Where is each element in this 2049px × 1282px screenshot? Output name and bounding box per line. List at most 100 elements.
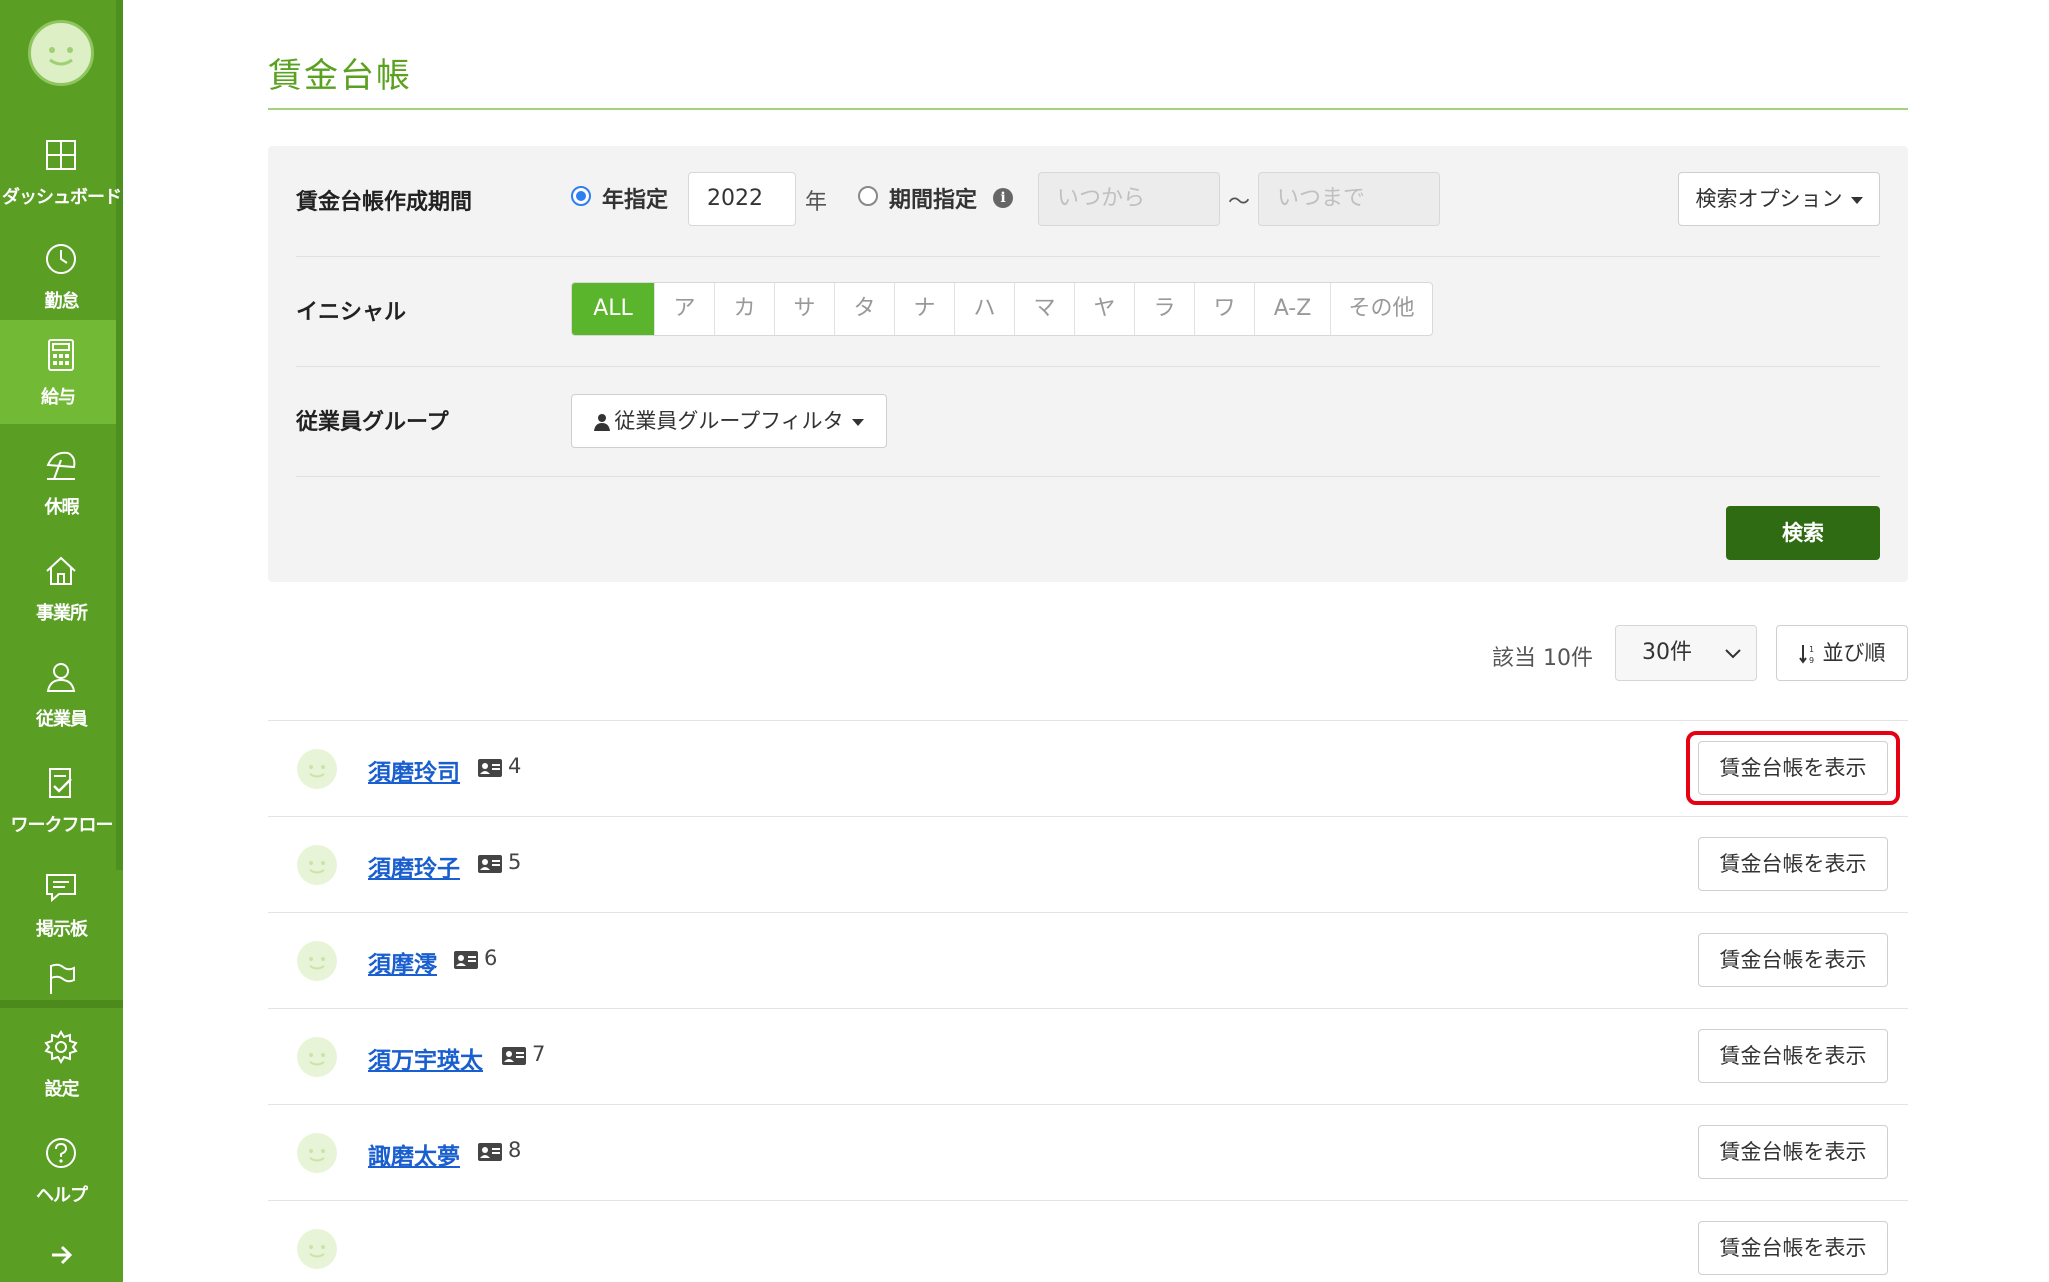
employee-name-link[interactable]: 須万宇瑛太 — [368, 1041, 483, 1075]
show-ledger-button[interactable]: 賃金台帳を表示 — [1698, 933, 1888, 987]
id-card-icon — [454, 951, 478, 969]
sidebar-item-label: ダッシュボード — [2, 187, 122, 208]
employee-number: 4 — [508, 754, 522, 778]
list-item: 賃金台帳を表示 — [268, 1200, 1908, 1282]
employee-name-link[interactable]: 諏磨太夢 — [368, 1137, 460, 1171]
date-from-input[interactable]: いつから — [1038, 172, 1220, 226]
sidebar-item-office[interactable]: 事業所 — [0, 536, 123, 640]
year-input[interactable]: 2022 — [688, 172, 796, 226]
list-item: 諏磨太夢 8 賃金台帳を表示 — [268, 1104, 1908, 1200]
help-icon — [46, 1138, 76, 1168]
sidebar-item-label: ヘルプ — [36, 1185, 88, 1206]
svg-text:9: 9 — [1809, 656, 1814, 665]
sidebar-item-help[interactable]: ヘルプ — [0, 1118, 123, 1222]
result-count: 該当 10件 — [1492, 646, 1593, 671]
sort-button[interactable]: 1 9 並び順 — [1776, 625, 1908, 681]
initial-ma[interactable]: マ — [1014, 283, 1074, 335]
sidebar-item-label: 掲示板 — [36, 919, 88, 940]
calculator-icon — [48, 339, 74, 371]
sidebar-item-label: 勤怠 — [44, 291, 80, 312]
sidebar-item-workflow[interactable]: ワークフロー — [0, 748, 123, 852]
show-ledger-button[interactable]: 賃金台帳を表示 — [1698, 1029, 1888, 1083]
caret-down-icon — [1850, 196, 1863, 204]
clock-icon — [46, 244, 76, 274]
year-mode-label: 年指定 — [602, 188, 669, 213]
arrow-right-icon — [52, 1245, 73, 1265]
list-item: 須磨玲司 4 賃金台帳を表示 — [268, 720, 1908, 816]
page-title: 賃金台帳 — [268, 56, 412, 96]
employee-name-link[interactable]: 須磨玲司 — [368, 753, 460, 787]
year-suffix: 年 — [805, 190, 828, 215]
sidebar: ダッシュボード 勤怠 給与 休暇 事業所 従業員 ワークフロー 掲示板 設定 ヘ… — [0, 0, 123, 1282]
list-item: 須万宇瑛太 7 賃金台帳を表示 — [268, 1008, 1908, 1104]
sort-icon: 19 — [1798, 645, 1814, 665]
show-ledger-button[interactable]: 賃金台帳を表示 — [1698, 1221, 1888, 1275]
employee-avatar — [297, 1229, 337, 1269]
title-divider — [268, 108, 1908, 110]
sidebar-item-label: 事業所 — [36, 603, 88, 624]
user-icon — [594, 414, 611, 431]
sidebar-item-payroll[interactable]: 給与 — [0, 320, 116, 424]
id-card-icon — [502, 1047, 526, 1065]
row-divider — [296, 476, 1880, 477]
message-icon — [46, 874, 76, 903]
sidebar-item-leave[interactable]: 休暇 — [0, 430, 123, 534]
sort-label: 並び順 — [1822, 641, 1886, 665]
sidebar-item-label: 給与 — [41, 387, 76, 408]
employee-number: 7 — [532, 1042, 546, 1066]
list-item: 須摩澪 6 賃金台帳を表示 — [268, 912, 1908, 1008]
initial-ta[interactable]: タ — [834, 283, 894, 335]
show-ledger-button[interactable]: 賃金台帳を表示 — [1698, 1125, 1888, 1179]
employee-name-link[interactable]: 須摩澪 — [368, 945, 437, 979]
employee-name-link[interactable]: 須磨玲子 — [368, 849, 460, 883]
initial-ra[interactable]: ラ — [1134, 283, 1194, 335]
initial-all[interactable]: ALL — [572, 283, 654, 335]
search-button[interactable]: 検索 — [1726, 506, 1880, 560]
per-page-select[interactable]: 30件 — [1615, 625, 1757, 681]
user-avatar[interactable] — [28, 20, 94, 86]
sidebar-item-board[interactable]: 掲示板 — [0, 852, 123, 956]
id-card-icon — [478, 1143, 502, 1161]
initial-sa[interactable]: サ — [774, 283, 834, 335]
initial-other[interactable]: その他 — [1330, 283, 1432, 335]
sidebar-item-employees[interactable]: 従業員 — [0, 642, 123, 746]
initial-ha[interactable]: ハ — [954, 283, 1014, 335]
info-icon[interactable]: i — [993, 188, 1013, 208]
search-options-label: 検索オプション — [1695, 187, 1843, 211]
initial-na[interactable]: ナ — [894, 283, 954, 335]
sidebar-expand-button[interactable] — [0, 1234, 123, 1278]
search-options-button[interactable]: 検索オプション — [1678, 172, 1880, 226]
sidebar-item-dashboard[interactable]: ダッシュボード — [0, 120, 123, 224]
employee-avatar — [297, 1133, 337, 1173]
date-to-input[interactable]: いつまで — [1258, 172, 1440, 226]
highlight-box — [1686, 731, 1900, 805]
checklist-icon — [49, 768, 72, 798]
range-mode-radio[interactable] — [858, 186, 878, 206]
caret-down-icon — [851, 418, 864, 426]
sidebar-item-flag[interactable] — [0, 956, 123, 1002]
group-filter-button[interactable]: 従業員グループフィルタ — [571, 394, 887, 448]
initial-label: イニシャル — [296, 300, 407, 325]
id-card-icon — [478, 759, 502, 777]
sidebar-item-label: 設定 — [44, 1079, 80, 1100]
initial-wa[interactable]: ワ — [1194, 283, 1254, 335]
initial-a-z[interactable]: A-Z — [1254, 283, 1330, 335]
chevron-down-icon — [1725, 649, 1741, 659]
list-item: 須磨玲子 5 賃金台帳を表示 — [268, 816, 1908, 912]
group-filter-label: 従業員グループフィルタ — [614, 409, 844, 433]
range-mode-label: 期間指定 — [889, 188, 978, 213]
initial-ya[interactable]: ヤ — [1074, 283, 1134, 335]
sidebar-item-label: 従業員 — [36, 709, 88, 730]
initial-ka[interactable]: カ — [714, 283, 774, 335]
employee-avatar — [297, 845, 337, 885]
search-panel: 賃金台帳作成期間 年指定 2022 年 期間指定 i いつから 〜 いつまで 検… — [268, 146, 1908, 582]
show-ledger-button[interactable]: 賃金台帳を表示 — [1698, 837, 1888, 891]
initial-a[interactable]: ア — [654, 283, 714, 335]
year-mode-radio[interactable] — [571, 186, 591, 206]
employee-avatar — [297, 749, 337, 789]
initial-filter-group: ALL ア カ サ タ ナ ハ マ ヤ ラ ワ A-Z その他 — [571, 282, 1433, 336]
employee-avatar — [297, 941, 337, 981]
sidebar-item-attendance[interactable]: 勤怠 — [0, 224, 123, 328]
svg-text:1: 1 — [1809, 645, 1814, 654]
sidebar-item-settings[interactable]: 設定 — [0, 1012, 123, 1116]
